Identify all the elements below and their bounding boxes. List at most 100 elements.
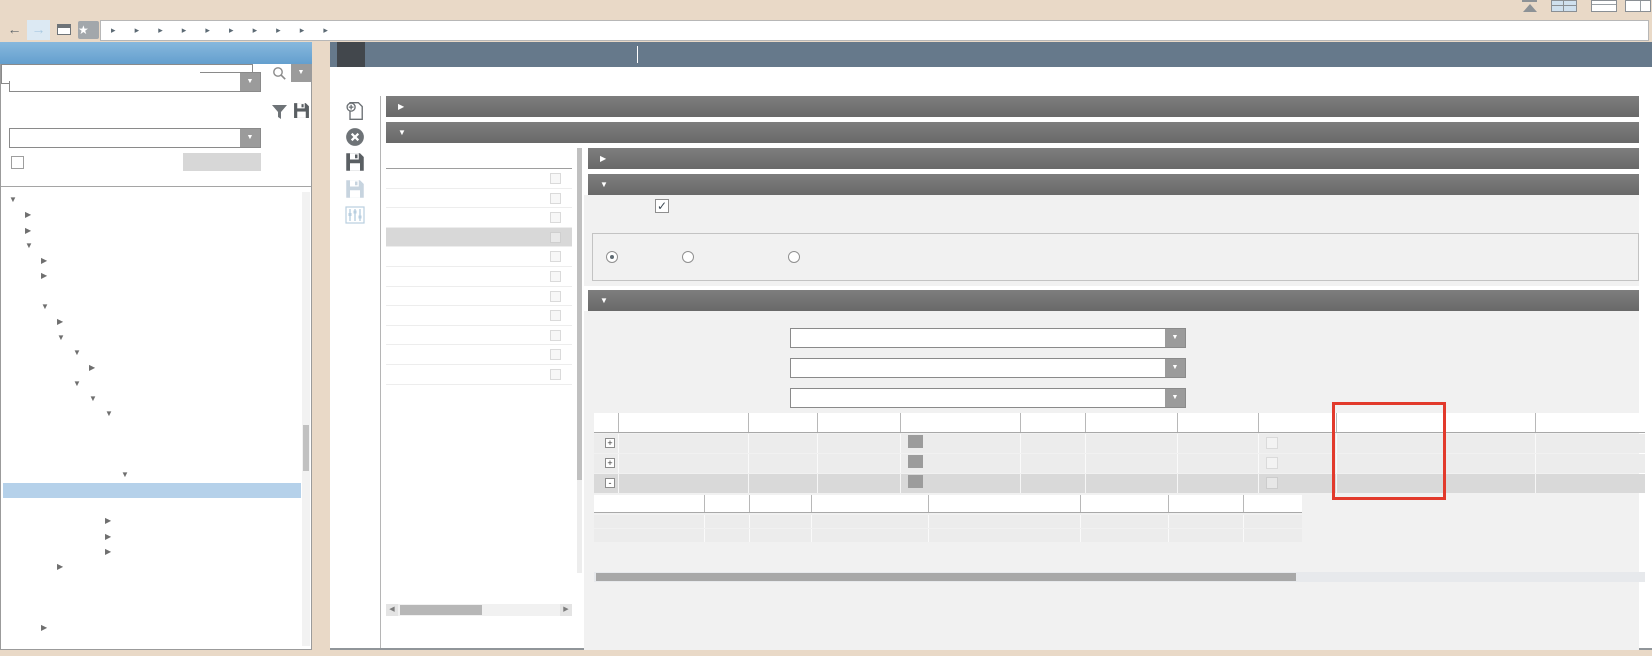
display-mode-selector[interactable] <box>9 128 261 148</box>
tree-item[interactable] <box>3 330 301 345</box>
expand-arrow-icon[interactable] <box>105 544 119 559</box>
expand-arrow-icon[interactable] <box>89 360 103 375</box>
layout-split-vertical-icon[interactable] <box>1625 0 1651 12</box>
fs-checkbox[interactable] <box>550 212 561 223</box>
tree-item[interactable] <box>3 544 301 559</box>
fs-checkbox[interactable] <box>550 369 561 380</box>
tree-item[interactable] <box>3 268 301 283</box>
tree-item[interactable] <box>3 207 301 222</box>
radio-option-management-station[interactable] <box>788 251 806 264</box>
tree-item[interactable] <box>3 574 301 589</box>
history-button[interactable] <box>53 20 76 40</box>
expand-arrow-icon[interactable] <box>41 268 55 283</box>
breadcrumb-item[interactable] <box>197 24 218 36</box>
fs-checkbox[interactable] <box>550 310 561 321</box>
property-row[interactable] <box>386 326 572 346</box>
manual-navigation-checkbox[interactable] <box>11 156 24 169</box>
expand-row-icon[interactable] <box>605 458 615 468</box>
add-document-icon[interactable] <box>345 101 365 121</box>
breadcrumb-item[interactable] <box>174 24 195 36</box>
fs-checkbox[interactable] <box>550 271 561 282</box>
expand-arrow-icon[interactable] <box>73 376 87 391</box>
tree-item[interactable] <box>3 529 301 544</box>
dependency-3-dropdown[interactable] <box>790 388 1186 408</box>
scrollbar-thumb[interactable] <box>577 148 582 480</box>
section-command-configuration[interactable] <box>588 290 1639 311</box>
expand-arrow-icon[interactable] <box>25 238 39 253</box>
filter-settings-icon-disabled[interactable] <box>345 205 365 225</box>
chevron-down-icon[interactable] <box>291 64 311 82</box>
chevron-down-icon[interactable] <box>240 129 260 147</box>
tree-item[interactable] <box>3 605 301 620</box>
expand-arrow-icon[interactable] <box>105 513 119 528</box>
back-button[interactable]: ← <box>3 20 26 40</box>
tree-item[interactable] <box>3 559 301 574</box>
save-icon[interactable] <box>293 102 310 119</box>
tree-item[interactable] <box>3 376 301 391</box>
layout-grid-icon[interactable] <box>1551 0 1577 12</box>
collapse-row-icon[interactable] <box>605 478 615 488</box>
breadcrumb-item[interactable] <box>127 24 148 36</box>
chevron-down-icon[interactable] <box>240 73 260 91</box>
expand-arrow-icon[interactable] <box>121 467 135 482</box>
property-row[interactable] <box>386 287 572 307</box>
breadcrumb-item[interactable] <box>221 24 242 36</box>
fs-checkbox[interactable] <box>550 232 561 243</box>
chevron-right-icon[interactable] <box>600 148 622 169</box>
tree-item[interactable] <box>3 253 301 268</box>
tree-item[interactable] <box>3 299 301 314</box>
dependency-2-dropdown[interactable] <box>790 358 1186 378</box>
save-as-icon-disabled[interactable] <box>345 179 365 199</box>
expand-arrow-icon[interactable] <box>89 391 103 406</box>
command-panel-hscrollbar[interactable] <box>594 572 1645 582</box>
layout-split-horizontal-icon[interactable] <box>1591 0 1617 12</box>
send-button[interactable] <box>183 153 261 171</box>
tree-item[interactable] <box>3 284 301 299</box>
property-row[interactable] <box>386 345 572 365</box>
forward-button[interactable]: → <box>27 20 50 40</box>
property-row-selected[interactable] <box>386 228 572 248</box>
breadcrumb-item[interactable] <box>315 24 336 36</box>
fs-checkbox[interactable] <box>550 349 561 360</box>
tab-models-functions[interactable] <box>337 42 365 67</box>
collapse-ribbon-icon[interactable] <box>1518 0 1542 12</box>
chevron-down-icon[interactable] <box>398 122 420 143</box>
expand-arrow-icon[interactable] <box>105 406 119 421</box>
section-details[interactable] <box>588 148 1639 169</box>
scroll-left-icon[interactable]: ◀ <box>386 604 398 616</box>
tab-object-configurator[interactable] <box>365 42 393 67</box>
property-row[interactable] <box>386 267 572 287</box>
command-row[interactable] <box>594 454 1645 473</box>
combined-checkbox[interactable] <box>1266 437 1278 449</box>
tree-item-selected[interactable] <box>3 483 301 498</box>
parameter-row[interactable] <box>594 515 1302 528</box>
parameter-row[interactable] <box>594 529 1302 542</box>
save-icon[interactable] <box>345 152 365 172</box>
combined-checkbox[interactable] <box>1266 457 1278 469</box>
radio-icon[interactable] <box>682 251 694 263</box>
breadcrumb-item[interactable] <box>103 24 124 36</box>
tree-item[interactable] <box>3 345 301 360</box>
right-panel-vscrollbar[interactable] <box>577 148 582 573</box>
command-row-selected[interactable] <box>594 474 1645 493</box>
chevron-down-icon[interactable] <box>1165 389 1185 407</box>
tree-item[interactable] <box>3 421 301 436</box>
tree-scrollbar[interactable] <box>302 192 310 646</box>
tree-item[interactable] <box>3 360 301 375</box>
combined-checkbox[interactable] <box>1266 477 1278 489</box>
chevron-down-icon[interactable] <box>1165 359 1185 377</box>
section-properties[interactable] <box>386 122 1639 143</box>
fs-checkbox[interactable] <box>550 173 561 184</box>
property-row[interactable] <box>386 208 572 228</box>
discard-icon[interactable] <box>345 127 365 147</box>
favorites-star-icon[interactable] <box>78 21 99 39</box>
expand-arrow-icon[interactable] <box>105 529 119 544</box>
scroll-right-icon[interactable]: ▶ <box>560 604 572 616</box>
chevron-down-icon[interactable] <box>600 290 622 311</box>
expand-arrow-icon[interactable] <box>9 192 23 207</box>
command-row[interactable] <box>594 434 1645 453</box>
expand-arrow-icon[interactable] <box>41 299 55 314</box>
expand-arrow-icon[interactable] <box>41 253 55 268</box>
radio-option-none[interactable] <box>606 251 624 264</box>
radio-icon[interactable] <box>606 251 618 263</box>
